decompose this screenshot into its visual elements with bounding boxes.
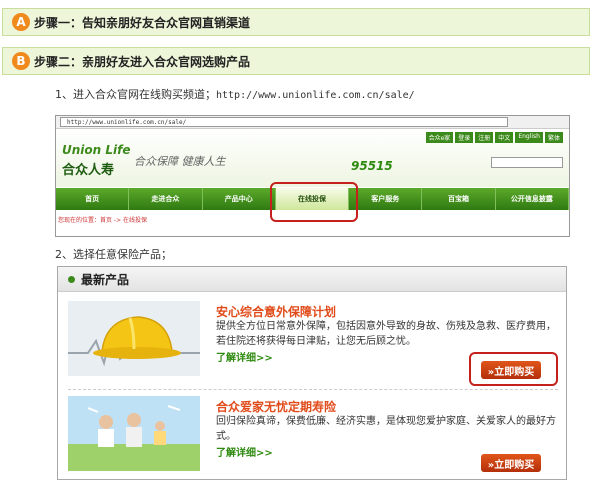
top-link-english[interactable]: English xyxy=(515,132,543,143)
logo-en: Union Life xyxy=(62,143,131,157)
breadcrumb: 您现在的位置：首页 -> 在线投保 xyxy=(58,217,148,224)
hardhat-image xyxy=(68,301,200,376)
logo-cn: 合众人寿 xyxy=(62,163,115,178)
step-b-badge: B xyxy=(12,52,30,70)
family-illustration xyxy=(68,396,200,471)
panel-title: 最新产品 xyxy=(81,272,130,287)
online-insure-highlight xyxy=(270,182,358,222)
panel-header: 最新产品 xyxy=(58,267,566,292)
nav-disclosure[interactable]: 公开信息披露 xyxy=(496,188,569,210)
nav-toolbox[interactable]: 百宝箱 xyxy=(422,188,496,210)
divider xyxy=(68,389,558,390)
slogan: 合众保障 健康人生 xyxy=(134,155,226,168)
hotline-number: 95515 xyxy=(351,159,393,173)
instruction-two: 2、选择任意保险产品； xyxy=(55,248,172,261)
top-link-chinese[interactable]: 中文 xyxy=(495,132,514,143)
product-title[interactable]: 合众爱家无忧定期寿险 xyxy=(216,398,336,415)
nav-about[interactable]: 走进合众 xyxy=(129,188,203,210)
step-a-badge: A xyxy=(12,13,30,31)
top-link-login[interactable]: 登录 xyxy=(455,132,474,143)
bullet-icon xyxy=(68,275,75,283)
nav-products[interactable]: 产品中心 xyxy=(203,188,276,210)
top-link-ehome[interactable]: 合众e家 xyxy=(425,132,454,143)
sale-url-link[interactable]: http://www.unionlife.com.cn/sale/ xyxy=(216,90,415,101)
nav-home[interactable]: 首页 xyxy=(56,188,130,210)
buy-now-button[interactable]: »立即购买 xyxy=(481,454,541,472)
top-links: 合众e家 登录 注册 中文 English 繁体 xyxy=(425,132,563,143)
site-header: Union Life 合众人寿 合众保障 健康人生 95515 合众e家 登录 … xyxy=(56,129,569,187)
step-one-text: 步骤一：告知亲朋好友合众官网直销渠道 xyxy=(34,15,251,30)
product-more-link[interactable]: 了解详细>> xyxy=(216,444,273,459)
buy-now-highlight xyxy=(469,352,558,386)
product-desc: 提供全方位日常意外保障，包括因意外导致的身故、伤残及急救、医疗费用，若住院还将获… xyxy=(216,321,556,347)
address-bar: http://www.unionlife.com.cn/sale/ xyxy=(56,116,569,129)
top-link-register[interactable]: 注册 xyxy=(475,132,494,143)
address-field[interactable]: http://www.unionlife.com.cn/sale/ xyxy=(60,117,508,127)
nav-service[interactable]: 客户服务 xyxy=(349,188,423,210)
step-two-text: 步骤二：亲朋好友进入合众官网选购产品 xyxy=(34,54,251,69)
product-desc: 回归保险真谛，保费低廉、经济实惠，是体现您爱护家庭、关爱家人的最好方式。 xyxy=(216,416,556,442)
top-link-traditional[interactable]: 繁体 xyxy=(544,132,563,143)
hardhat-illustration xyxy=(68,301,200,376)
instruction-one-text: 1、进入合众官网在线购买频道； xyxy=(55,88,216,101)
step-one-bar: A 步骤一：告知亲朋好友合众官网直销渠道 xyxy=(2,8,590,36)
instruction-one: 1、进入合众官网在线购买频道；http://www.unionlife.com.… xyxy=(55,86,415,102)
product-more-link[interactable]: 了解详细>> xyxy=(216,349,273,364)
step-two-bar: B 步骤二：亲朋好友进入合众官网选购产品 xyxy=(2,47,590,75)
product-title[interactable]: 安心综合意外保障计划 xyxy=(216,303,336,320)
unionlife-logo[interactable]: Union Life 合众人寿 xyxy=(62,143,130,178)
site-search-input[interactable] xyxy=(491,157,563,168)
family-image xyxy=(68,396,200,471)
